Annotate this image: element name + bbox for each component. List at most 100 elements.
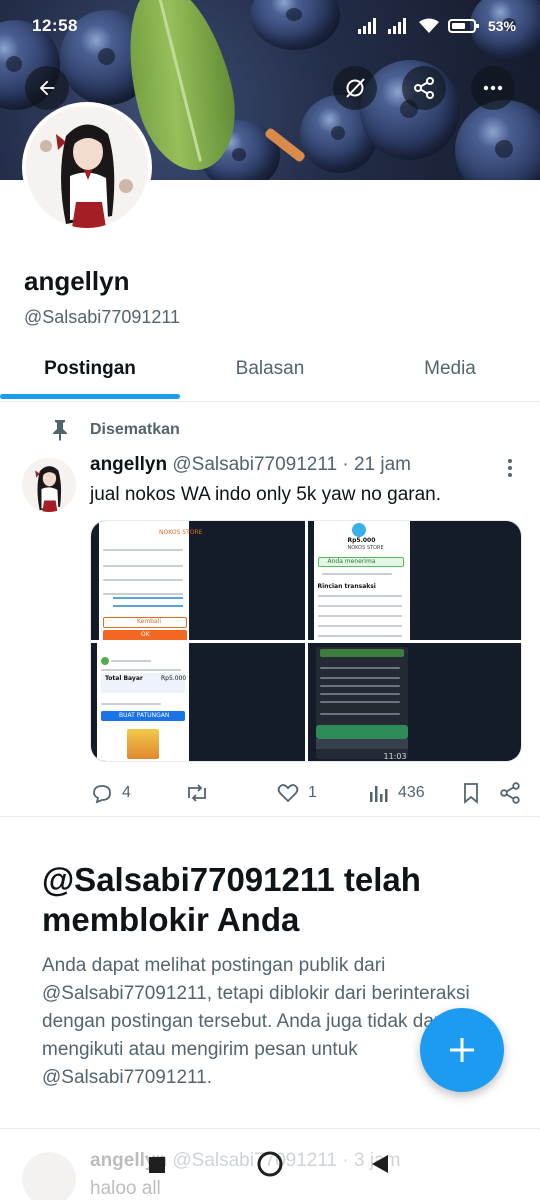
views-count: 436 <box>398 784 425 801</box>
mute-button[interactable] <box>333 66 377 110</box>
banner-berry <box>455 100 540 180</box>
post-separator: · <box>342 454 349 475</box>
ss3-total: Total Bayar <box>105 674 143 682</box>
reply-icon <box>93 785 111 804</box>
post-actions: 4 1 436 <box>90 778 522 808</box>
views-button[interactable]: 436 <box>368 778 425 808</box>
avatar-illustration <box>22 458 76 512</box>
ss2-status: Anda menerima <box>327 558 376 565</box>
ss2-line <box>317 635 402 637</box>
system-nav-bar <box>0 1134 540 1200</box>
signal-icon <box>357 18 376 34</box>
share-icon <box>414 77 434 99</box>
views-chart-icon <box>370 786 388 802</box>
blocked-title: @Salsabi77091211 telah memblokir Anda <box>42 861 421 938</box>
ss1-line <box>103 593 183 595</box>
wifi-icon <box>418 18 439 33</box>
section-divider <box>0 1128 540 1129</box>
bookmark-icon <box>464 783 478 804</box>
ss2-line <box>317 615 402 617</box>
avatar-image <box>26 106 148 228</box>
post-avatar[interactable] <box>22 458 76 512</box>
tab-media[interactable]: Media <box>360 336 540 401</box>
tab-postingan[interactable]: Postingan <box>0 336 180 401</box>
reply-button[interactable]: 4 <box>90 778 131 808</box>
back-button[interactable] <box>25 66 69 110</box>
share-post-button[interactable] <box>498 778 522 808</box>
ss4-line <box>319 676 400 679</box>
ss4-time: 11:03 <box>383 751 407 761</box>
ss1-sn-lines <box>113 597 183 607</box>
circle-home-icon <box>257 1151 283 1177</box>
more-vertical-icon <box>508 459 512 477</box>
post-more-button[interactable] <box>500 456 520 485</box>
ss1-btn2: OK <box>141 631 150 638</box>
signal-icon <box>387 18 406 34</box>
plus-icon <box>450 1038 474 1062</box>
ss3-cta-text: BUAT PATUNGAN <box>119 711 170 719</box>
status-icons: 53% <box>357 18 516 34</box>
profile-tabs: Postingan Balasan Media <box>0 336 540 402</box>
ss2-line <box>317 625 402 627</box>
ss1-line <box>103 579 183 581</box>
like-button[interactable]: 1 <box>276 778 317 808</box>
profile-name: angellyn <box>24 266 130 296</box>
ss2-line <box>317 595 402 597</box>
media-image-2[interactable]: Rp5.000 NOKOS STORE Anda menerima Rincia… <box>307 521 521 640</box>
pinned-label: Disematkan <box>50 419 180 441</box>
pinned-text: Disematkan <box>90 421 180 438</box>
ss4-line <box>319 692 400 695</box>
ss4-toolbar <box>315 738 408 749</box>
bookmark-button[interactable] <box>460 778 482 808</box>
home-button[interactable] <box>256 1150 284 1183</box>
ss4-banner <box>315 724 408 739</box>
active-tab-indicator <box>0 394 180 399</box>
tab-balasan[interactable]: Balasan <box>180 336 360 401</box>
ss4-line <box>319 684 400 687</box>
more-button[interactable] <box>471 66 515 110</box>
like-count: 1 <box>308 784 317 801</box>
media-image-4[interactable]: 11:03 <box>307 642 521 761</box>
compose-button[interactable] <box>420 1008 504 1092</box>
share-icon <box>500 782 520 804</box>
retweet-icon <box>188 784 206 802</box>
ss2-line <box>317 605 402 607</box>
retweet-button[interactable] <box>184 778 218 808</box>
heart-icon <box>277 784 299 803</box>
battery-percent: 53% <box>487 18 516 34</box>
post-author-name[interactable]: angellyn <box>90 454 167 475</box>
post-media-grid: NOKOS STORE Kembali OK Rp5.000 NOKOS STO… <box>90 520 522 762</box>
ss2-logo <box>351 523 366 537</box>
ss2-details: Rincian transaksi <box>317 583 376 590</box>
status-bar: 12:58 53% <box>0 0 540 52</box>
reply-count: 4 <box>122 784 131 801</box>
ss1-btn1: Kembali <box>137 618 161 625</box>
ss3-line <box>111 659 151 662</box>
arrow-left-icon <box>39 80 55 96</box>
ss2-line <box>321 573 392 575</box>
square-icon <box>149 1157 165 1173</box>
ss3-line <box>101 668 181 671</box>
pin-icon <box>53 420 67 441</box>
ss2-store: NOKOS STORE <box>347 545 384 551</box>
share-button[interactable] <box>402 66 446 110</box>
ss3-check <box>101 656 109 665</box>
recents-button[interactable] <box>148 1156 166 1179</box>
back-nav-button[interactable] <box>370 1154 390 1179</box>
blocked-body: Anda dapat melihat postingan publik dari… <box>42 955 470 1088</box>
more-icon <box>483 85 503 91</box>
triangle-back-icon <box>372 1155 388 1173</box>
ss1-line <box>103 565 183 567</box>
ss4-status <box>319 648 404 657</box>
post-text: jual nokos WA indo only 5k yaw no garan. <box>90 484 441 505</box>
post-author-handle[interactable]: @Salsabi77091211 <box>172 454 337 475</box>
battery-icon <box>447 19 479 33</box>
media-image-3[interactable]: Total Bayar Rp5.000 BUAT PATUNGAN <box>91 642 305 761</box>
ss3-sticker <box>127 728 159 759</box>
post-header: angellyn @Salsabi77091211 · 21 jam <box>90 454 411 476</box>
status-time: 12:58 <box>32 16 78 35</box>
mute-icon <box>346 78 365 98</box>
profile-avatar[interactable] <box>22 102 152 232</box>
media-image-1[interactable]: NOKOS STORE Kembali OK <box>91 521 305 640</box>
post-divider <box>0 816 540 817</box>
